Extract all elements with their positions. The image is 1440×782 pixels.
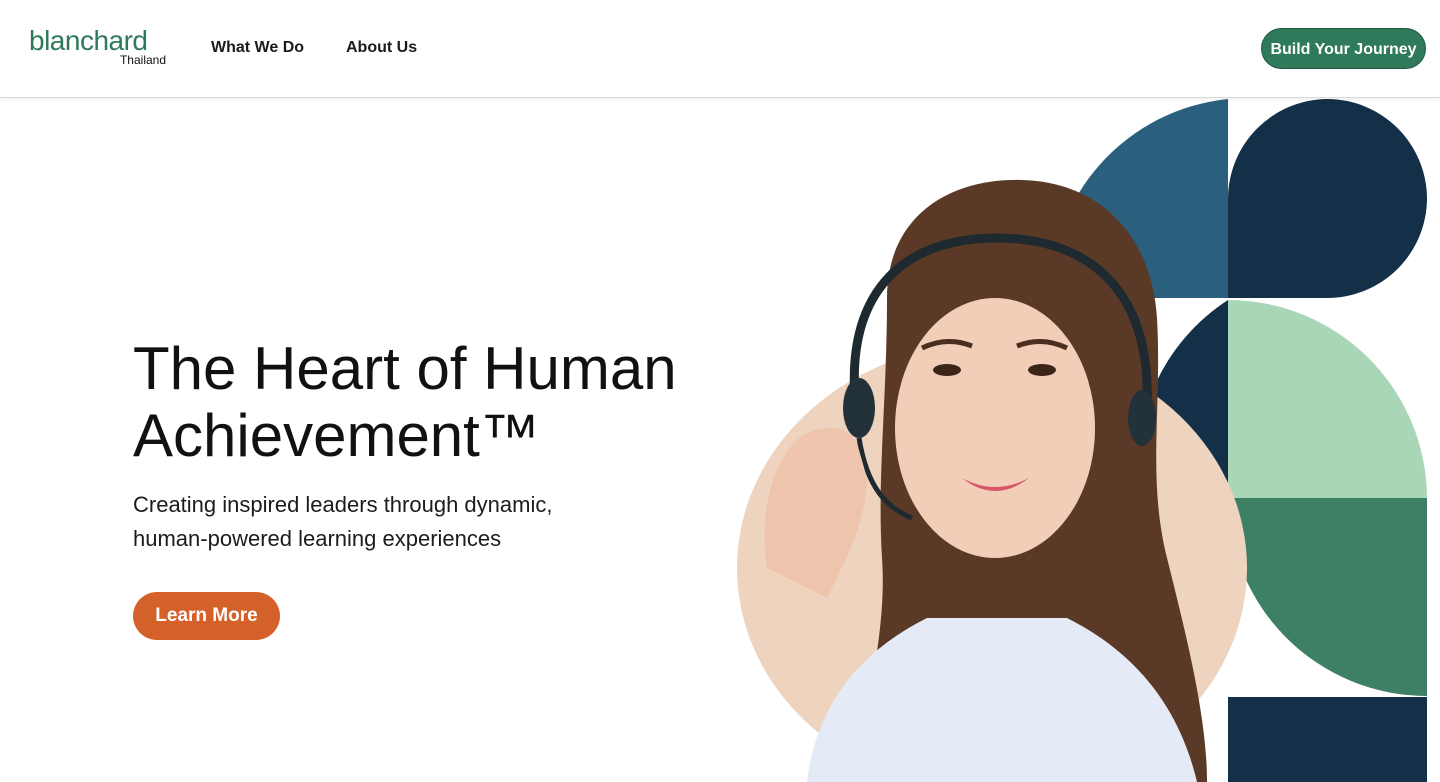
build-your-journey-button[interactable]: Build Your Journey: [1261, 28, 1426, 69]
logo-wordmark: blanchard: [29, 25, 148, 56]
blanchard-logo[interactable]: blanchard Thailand: [29, 26, 174, 70]
site-header: blanchard Thailand What We Do About Us B…: [0, 0, 1440, 98]
nav-what-we-do[interactable]: What We Do: [211, 38, 304, 58]
logo-region: Thailand: [119, 53, 166, 67]
headset-earpiece-right: [1128, 390, 1156, 446]
shape-mint: [1228, 300, 1427, 498]
shape-forest: [1228, 498, 1427, 696]
shape-navy-bottom: [1228, 697, 1427, 782]
nav-about-us[interactable]: About Us: [346, 38, 417, 58]
face-shape: [895, 298, 1095, 558]
headset-earpiece-left: [843, 378, 875, 438]
shape-navy-top: [1228, 99, 1427, 298]
page: blanchard Thailand What We Do About Us B…: [0, 0, 1440, 782]
hero-photo: [737, 179, 1247, 782]
